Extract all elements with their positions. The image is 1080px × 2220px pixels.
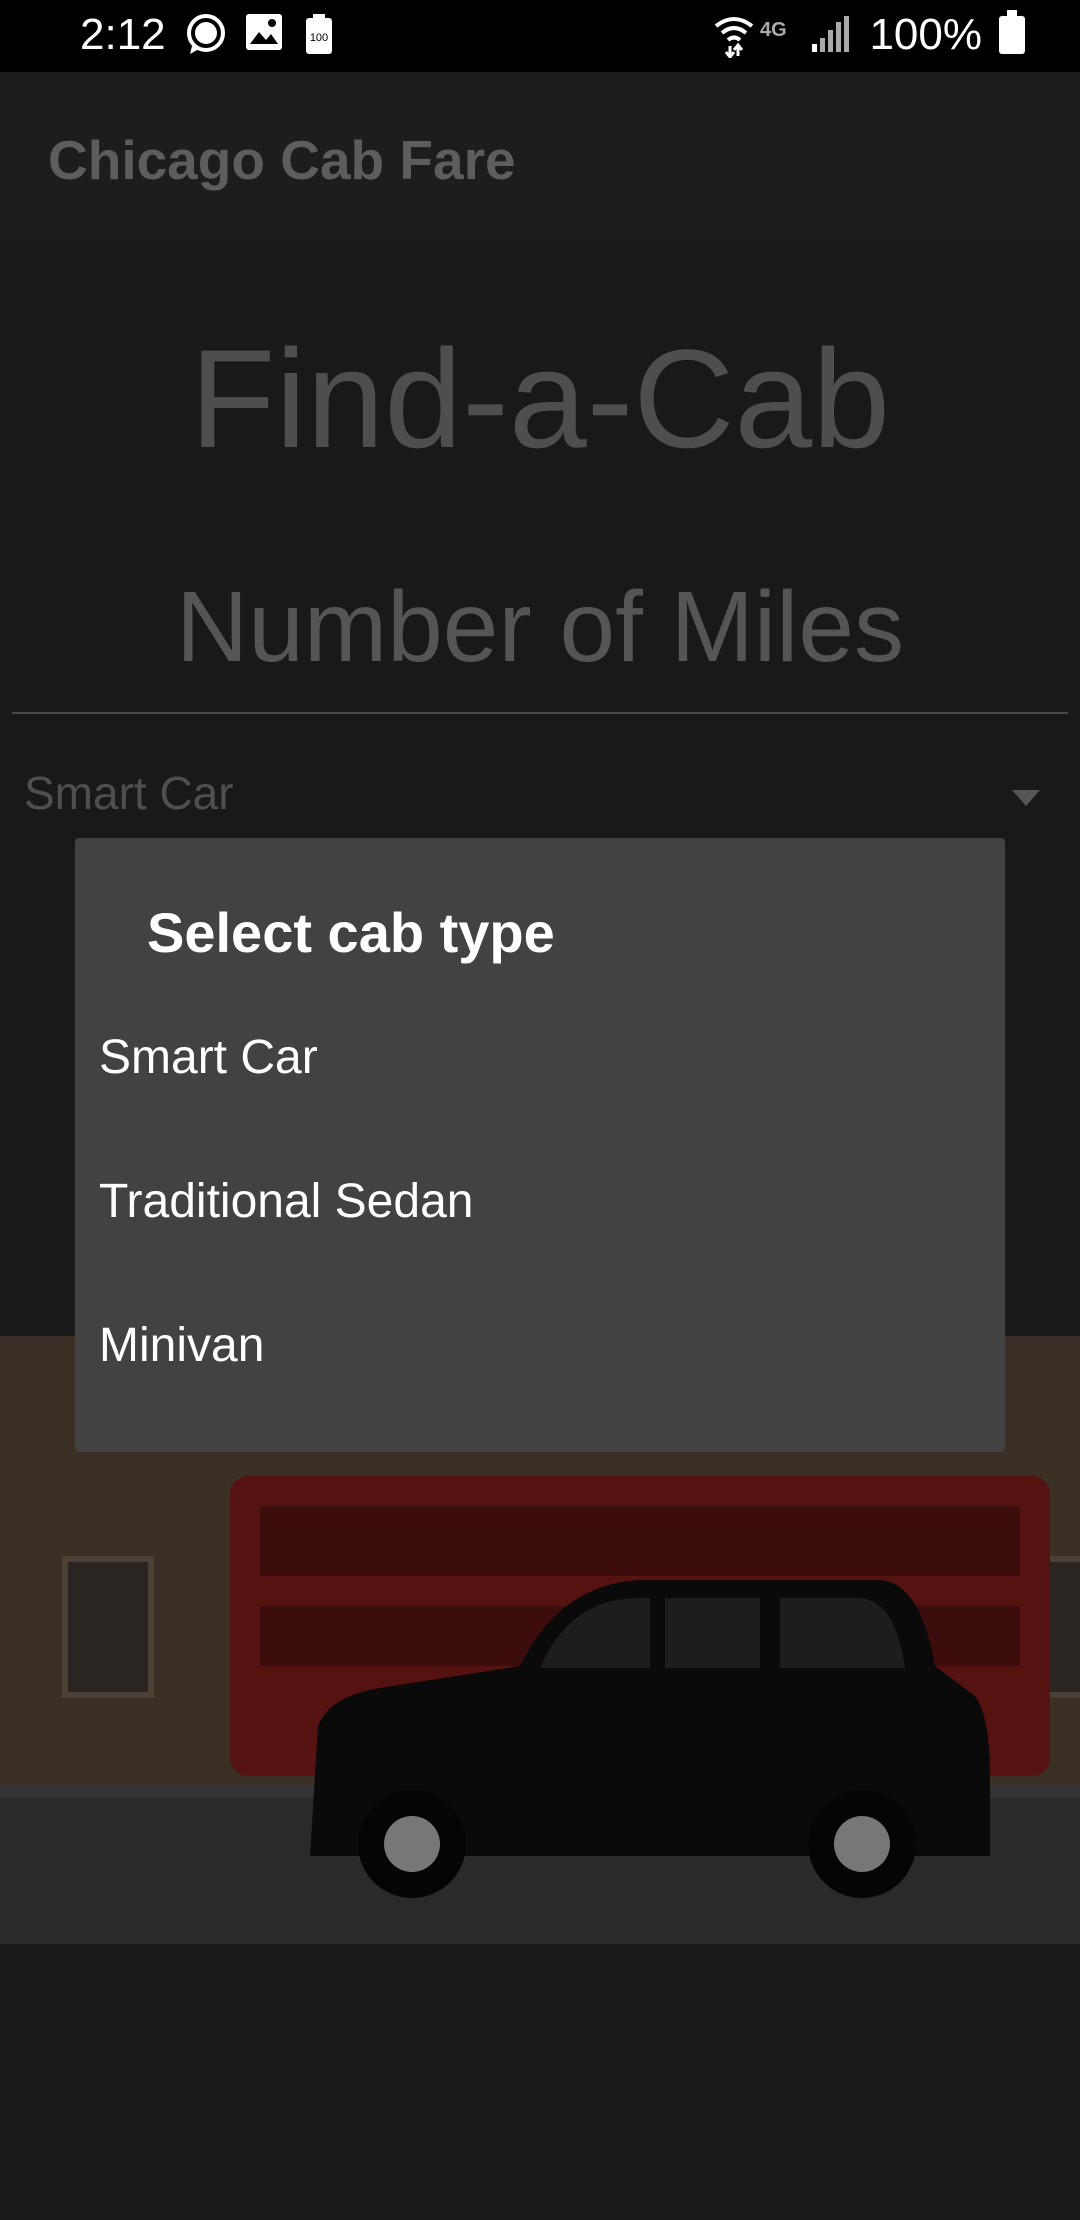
signal-icon <box>810 14 850 59</box>
dialog-title: Select cab type <box>147 901 555 964</box>
status-bar: 2:12 100 4G 100% <box>0 0 1080 72</box>
chat-bubble-icon <box>184 12 228 61</box>
svg-text:4G: 4G <box>760 19 787 41</box>
option-traditional-sedan[interactable]: Traditional Sedan <box>75 1130 1005 1274</box>
wifi-icon <box>714 14 754 63</box>
image-icon <box>244 12 284 57</box>
svg-text:100: 100 <box>310 32 328 44</box>
option-label: Traditional Sedan <box>99 1175 474 1228</box>
option-label: Minivan <box>99 1319 265 1372</box>
battery-100-icon: 100 <box>304 14 334 61</box>
battery-icon <box>999 10 1025 54</box>
select-cab-type-dialog: Select cab type Smart Car Traditional Se… <box>75 838 1005 1452</box>
option-smart-car[interactable]: Smart Car <box>75 986 1005 1130</box>
4g-lte-icon: 4G <box>760 16 810 51</box>
option-label: Smart Car <box>99 1031 318 1084</box>
option-minivan[interactable]: Minivan <box>75 1274 1005 1418</box>
battery-percent: 100% <box>869 10 982 59</box>
status-time: 2:12 <box>80 10 166 59</box>
